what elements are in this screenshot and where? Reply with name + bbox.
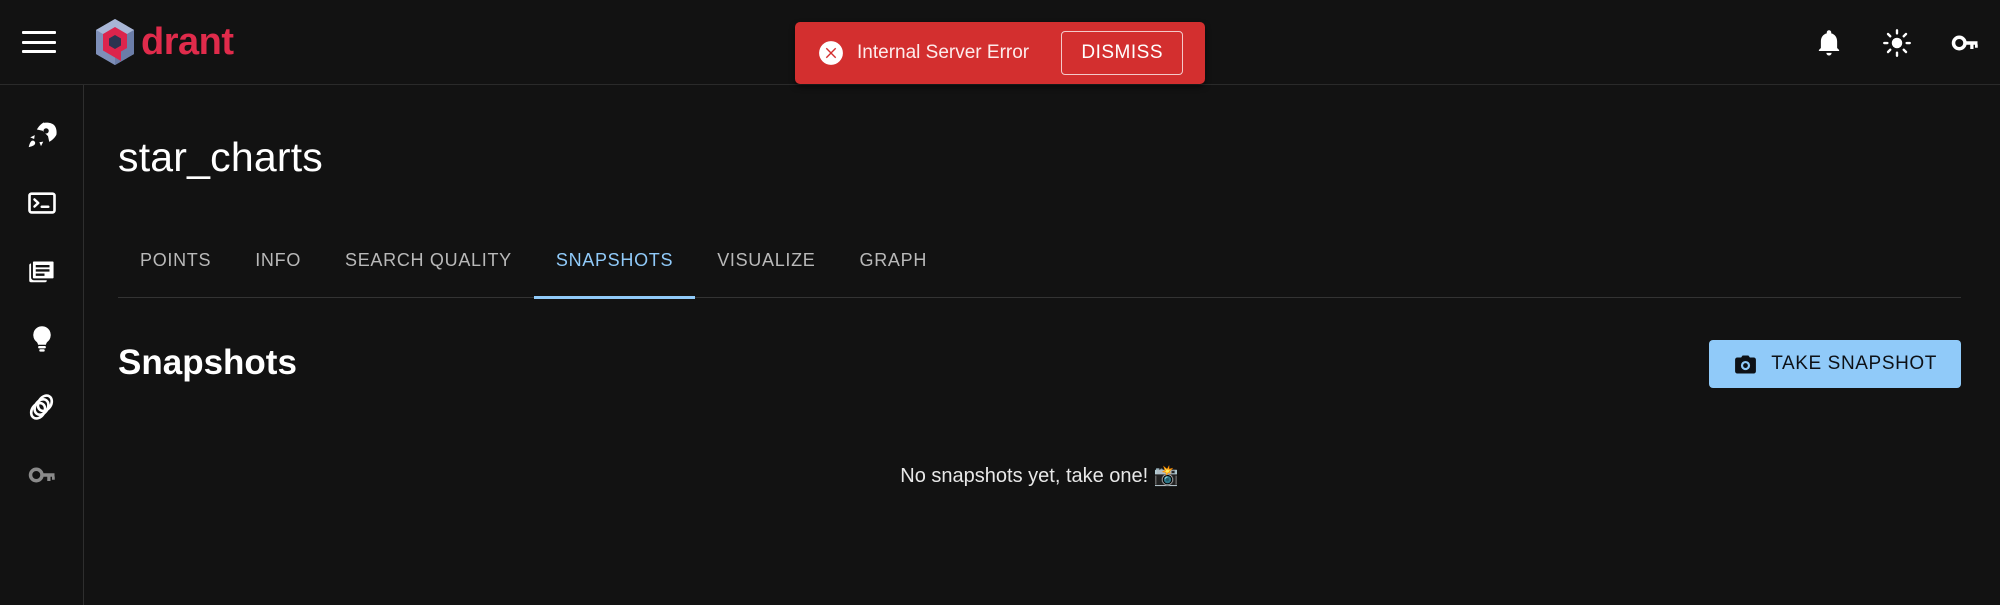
- snapshots-header: Snapshots TAKE SNAPSHOT: [118, 340, 1961, 393]
- console-icon: [28, 192, 56, 214]
- tab-visualize[interactable]: VISUALIZE: [695, 250, 837, 298]
- datasets-icon: [29, 394, 54, 420]
- key-icon: [28, 467, 55, 483]
- tab-info[interactable]: INFO: [233, 250, 323, 298]
- camera-icon: [1735, 355, 1757, 373]
- sidebar-item-console[interactable]: [0, 169, 84, 237]
- lightbulb-icon: [33, 326, 51, 352]
- sidebar-item-welcome[interactable]: [0, 101, 84, 169]
- sidebar-item-tutorial[interactable]: [0, 305, 84, 373]
- qdrant-logo-text: drant: [141, 21, 234, 63]
- error-snackbar: Internal Server Error DISMISS: [795, 22, 1205, 84]
- qdrant-dashboard: drant Internal Server Error DISMISS star…: [0, 0, 2000, 605]
- qdrant-logo[interactable]: drant: [92, 17, 234, 67]
- notifications-icon[interactable]: [1814, 28, 1844, 58]
- sidebar-item-access[interactable]: [0, 441, 84, 509]
- api-key-icon[interactable]: [1950, 28, 1980, 58]
- snapshots-heading: Snapshots: [118, 343, 297, 382]
- error-icon: [819, 41, 843, 65]
- tab-points[interactable]: POINTS: [118, 250, 233, 298]
- take-snapshot-label: TAKE SNAPSHOT: [1771, 353, 1937, 374]
- menu-bar-1: [22, 31, 56, 34]
- sidebar-item-collections[interactable]: [0, 237, 84, 305]
- tab-search-quality[interactable]: SEARCH QUALITY: [323, 250, 534, 298]
- menu-toggle-icon[interactable]: [22, 29, 56, 55]
- collection-tabs: POINTS INFO SEARCH QUALITY SNAPSHOTS VIS…: [118, 250, 1961, 299]
- top-bar-actions: [1814, 0, 1980, 85]
- page-title: star_charts: [118, 134, 323, 180]
- tab-graph[interactable]: GRAPH: [838, 250, 950, 298]
- main-content: star_charts POINTS INFO SEARCH QUALITY S…: [85, 85, 2000, 605]
- rocket-icon: [28, 122, 57, 148]
- dismiss-button[interactable]: DISMISS: [1061, 31, 1183, 75]
- menu-bar-2: [22, 40, 56, 44]
- snapshots-empty-message: No snapshots yet, take one! 📸: [900, 465, 1179, 487]
- menu-bar-3: [22, 50, 56, 53]
- tab-snapshots[interactable]: SNAPSHOTS: [533, 250, 696, 299]
- qdrant-logo-mark: [96, 19, 134, 65]
- collections-icon: [29, 259, 56, 283]
- sidebar-item-datasets[interactable]: [0, 373, 84, 441]
- error-message: Internal Server Error: [857, 42, 1030, 63]
- sidebar: [0, 85, 84, 605]
- take-snapshot-button[interactable]: TAKE SNAPSHOT: [1709, 340, 1961, 388]
- theme-toggle-icon[interactable]: [1882, 28, 1912, 58]
